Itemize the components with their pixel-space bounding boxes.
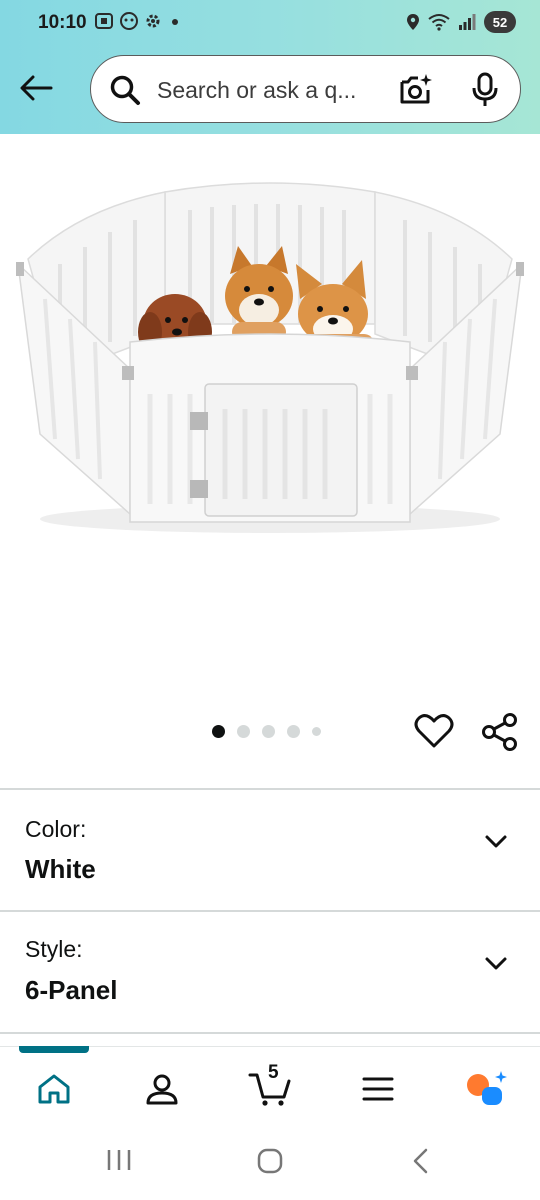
chevron-down-icon[interactable]: [484, 834, 508, 850]
color-option-label: Color:: [25, 816, 87, 842]
nav-active-indicator: [19, 1046, 89, 1053]
status-time: 10:10: [38, 12, 87, 33]
search-box[interactable]: Search or ask a q...: [90, 55, 521, 123]
product-photo: [16, 182, 524, 533]
cart-count-badge: 5: [268, 1062, 279, 1083]
assistant-icon: [120, 12, 138, 30]
nav-menu[interactable]: [348, 1067, 408, 1111]
bottom-navigation: 5: [0, 1046, 540, 1122]
header: 10:10 52 Search or ask a q...: [0, 0, 540, 134]
settings-gear-icon: [146, 14, 160, 28]
share-icon[interactable]: [480, 712, 520, 752]
heart-icon[interactable]: [414, 712, 454, 750]
search-icon: [110, 75, 140, 105]
camera-search-icon[interactable]: [398, 72, 434, 106]
rufus-ai-icon: [467, 1071, 507, 1105]
microphone-icon[interactable]: [471, 72, 499, 108]
carousel-dot[interactable]: [287, 725, 300, 738]
nav-home[interactable]: [24, 1067, 84, 1111]
location-icon: [407, 14, 419, 30]
back-button[interactable]: [16, 68, 56, 108]
home-icon: [38, 1074, 70, 1104]
color-option-value: White: [25, 854, 96, 884]
notification-dot-icon: [172, 19, 178, 25]
wifi-icon: [428, 14, 450, 31]
status-system-icons: 52: [406, 11, 516, 33]
style-option-value: 6-Panel: [25, 975, 118, 1005]
image-carousel-dots[interactable]: [212, 725, 321, 738]
carousel-dot[interactable]: [312, 727, 321, 736]
section-divider: [0, 1032, 540, 1034]
screenshot-icon: [95, 13, 113, 29]
carousel-dot[interactable]: [212, 725, 225, 738]
style-option-label: Style:: [25, 936, 83, 962]
battery-indicator: 52: [484, 11, 516, 33]
carousel-dot[interactable]: [262, 725, 275, 738]
account-icon: [146, 1074, 178, 1105]
recent-apps-icon[interactable]: [106, 1148, 132, 1172]
carousel-dot[interactable]: [237, 725, 250, 738]
chevron-down-icon[interactable]: [484, 956, 508, 972]
nav-account[interactable]: [132, 1067, 192, 1111]
style-option-row[interactable]: Style: 6-Panel: [0, 912, 540, 1032]
product-image[interactable]: [0, 134, 540, 694]
status-bar: 10:10 52: [0, 0, 540, 48]
color-option-row[interactable]: Color: White: [0, 790, 540, 910]
nav-rufus[interactable]: [456, 1067, 516, 1111]
back-arrow-icon: [20, 75, 53, 101]
status-notification-icons: [94, 12, 182, 30]
home-system-icon[interactable]: [256, 1147, 284, 1175]
menu-icon: [362, 1077, 394, 1101]
system-navigation-bar: [0, 1122, 540, 1200]
signal-icon: [459, 14, 476, 30]
search-input[interactable]: Search or ask a q...: [157, 77, 356, 104]
back-system-icon[interactable]: [410, 1147, 430, 1175]
